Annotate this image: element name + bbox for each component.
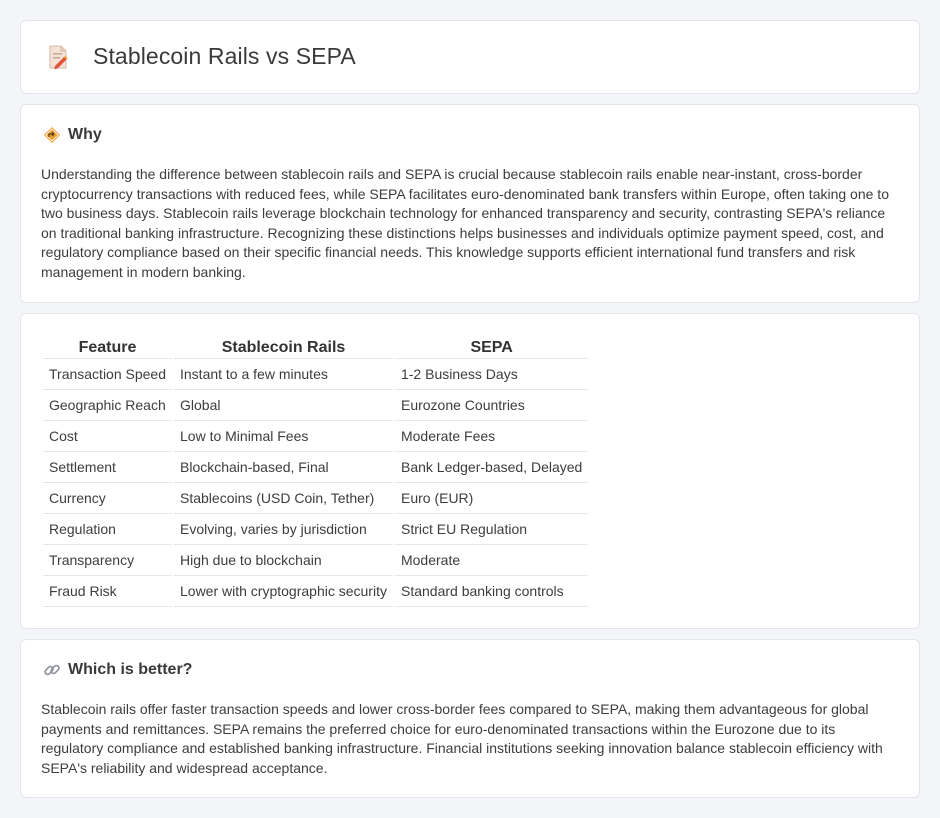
better-heading: Which is better? — [68, 661, 193, 678]
comparison-table: Feature Stablecoin Rails SEPA Transactio… — [41, 334, 590, 607]
link-icon — [44, 664, 60, 676]
why-heading: Why — [68, 126, 102, 143]
stablecoin-cell: Evolving, varies by jurisdiction — [174, 514, 393, 545]
table-row: Regulation Evolving, varies by jurisdict… — [43, 514, 589, 545]
stablecoin-cell: Lower with cryptographic security — [174, 576, 393, 607]
sepa-cell: Moderate — [394, 545, 589, 576]
sepa-cell: Strict EU Regulation — [394, 514, 589, 545]
table-header-row: Feature Stablecoin Rails SEPA — [43, 334, 589, 359]
feature-cell: Regulation — [43, 514, 172, 545]
stablecoin-cell: Stablecoins (USD Coin, Tether) — [174, 483, 393, 514]
column-header-feature: Feature — [43, 334, 172, 359]
feature-cell: Cost — [43, 421, 172, 452]
comparison-section: Feature Stablecoin Rails SEPA Transactio… — [20, 313, 920, 629]
feature-cell: Transaction Speed — [43, 359, 172, 390]
feature-cell: Settlement — [43, 452, 172, 483]
table-row: Transaction Speed Instant to a few minut… — [43, 359, 589, 390]
feature-cell: Geographic Reach — [43, 390, 172, 421]
which-is-better-section: Which is better? Stablecoin rails offer … — [20, 639, 920, 798]
sepa-cell: 1-2 Business Days — [394, 359, 589, 390]
feature-cell: Fraud Risk — [43, 576, 172, 607]
stablecoin-cell: High due to blockchain — [174, 545, 393, 576]
table-row: Fraud Risk Lower with cryptographic secu… — [43, 576, 589, 607]
sepa-cell: Standard banking controls — [394, 576, 589, 607]
column-header-sepa: SEPA — [394, 334, 589, 359]
table-row: Geographic Reach Global Eurozone Countri… — [43, 390, 589, 421]
column-header-stablecoin: Stablecoin Rails — [174, 334, 393, 359]
stablecoin-cell: Global — [174, 390, 393, 421]
better-text: Stablecoin rails offer faster transactio… — [41, 701, 883, 776]
road-sign-icon — [44, 127, 60, 143]
title-row: Stablecoin Rails vs SEPA — [47, 43, 356, 70]
why-text: Understanding the difference between sta… — [41, 166, 889, 280]
sepa-cell: Eurozone Countries — [394, 390, 589, 421]
table-row: Transparency High due to blockchain Mode… — [43, 545, 589, 576]
better-heading-row: Which is better? — [43, 661, 192, 679]
table-row: Settlement Blockchain-based, Final Bank … — [43, 452, 589, 483]
stablecoin-cell: Low to Minimal Fees — [174, 421, 393, 452]
sepa-cell: Euro (EUR) — [394, 483, 589, 514]
document-pencil-icon — [49, 45, 68, 69]
sepa-cell: Bank Ledger-based, Delayed — [394, 452, 589, 483]
stablecoin-cell: Blockchain-based, Final — [174, 452, 393, 483]
sepa-cell: Moderate Fees — [394, 421, 589, 452]
feature-cell: Transparency — [43, 545, 172, 576]
stablecoin-cell: Instant to a few minutes — [174, 359, 393, 390]
why-section: Why Understanding the difference between… — [20, 104, 920, 303]
table-row: Cost Low to Minimal Fees Moderate Fees — [43, 421, 589, 452]
table-row: Currency Stablecoins (USD Coin, Tether) … — [43, 483, 589, 514]
title-card: Stablecoin Rails vs SEPA — [20, 20, 920, 94]
why-heading-row: Why — [43, 126, 102, 144]
feature-cell: Currency — [43, 483, 172, 514]
page-title: Stablecoin Rails vs SEPA — [93, 43, 356, 69]
